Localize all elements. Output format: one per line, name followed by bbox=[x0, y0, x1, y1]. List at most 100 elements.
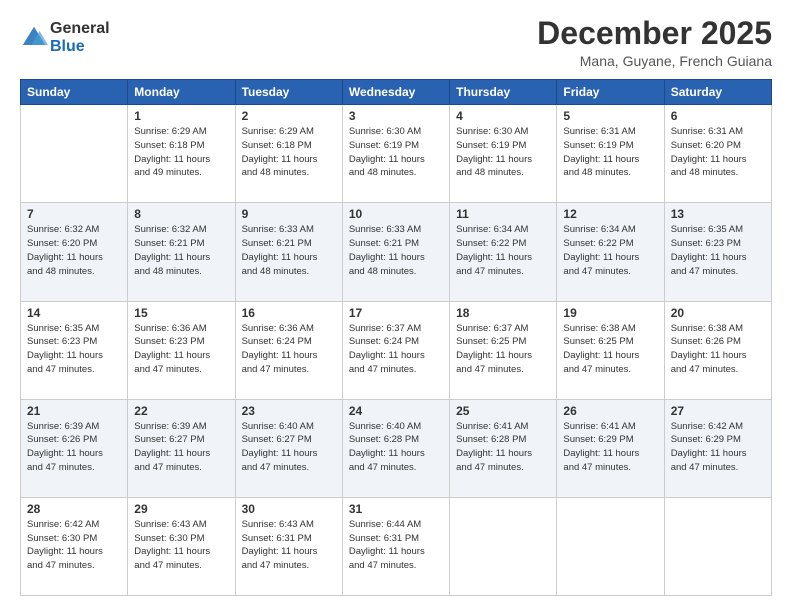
day-info: Sunrise: 6:29 AM Sunset: 6:18 PM Dayligh… bbox=[242, 125, 336, 180]
calendar-week-4: 21Sunrise: 6:39 AM Sunset: 6:26 PM Dayli… bbox=[21, 399, 772, 497]
table-row: 18Sunrise: 6:37 AM Sunset: 6:25 PM Dayli… bbox=[450, 301, 557, 399]
day-info: Sunrise: 6:33 AM Sunset: 6:21 PM Dayligh… bbox=[349, 223, 443, 278]
table-row: 25 Sunrise: 6:41 AM Sunset: 6:28 PM Dayli… bbox=[450, 399, 557, 497]
table-row bbox=[21, 105, 128, 203]
day-info: Sunrise: 6:32 AM Sunset: 6:20 PM Dayligh… bbox=[27, 223, 121, 278]
calendar-body: 1 Sunrise: 6:29 AM Sunset: 6:18 PM Daylig… bbox=[21, 105, 772, 596]
day-number: 21 bbox=[27, 404, 121, 418]
table-row: 6 Sunrise: 6:31 AM Sunset: 6:20 PM Daylig… bbox=[664, 105, 771, 203]
day-number: 22 bbox=[134, 404, 228, 418]
table-row: 4 Sunrise: 6:30 AM Sunset: 6:19 PM Daylig… bbox=[450, 105, 557, 203]
day-number: 6 bbox=[671, 109, 765, 123]
table-row: 22 Sunrise: 6:39 AM Sunset: 6:27 PM Dayli… bbox=[128, 399, 235, 497]
day-number: 17 bbox=[349, 306, 443, 320]
logo-icon bbox=[20, 24, 48, 52]
day-number: 4 bbox=[456, 109, 550, 123]
col-wednesday: Wednesday bbox=[342, 80, 449, 105]
day-info: Sunrise: 6:38 AM Sunset: 6:25 PM Dayligh… bbox=[563, 322, 657, 377]
col-thursday: Thursday bbox=[450, 80, 557, 105]
table-row: 11Sunrise: 6:34 AM Sunset: 6:22 PM Dayli… bbox=[450, 203, 557, 301]
day-info: Sunrise: 6:41 AM Sunset: 6:28 PM Dayligh… bbox=[456, 420, 550, 475]
table-row: 15 Sunrise: 6:36 AM Sunset: 6:23 PM Dayli… bbox=[128, 301, 235, 399]
table-row: 21Sunrise: 6:39 AM Sunset: 6:26 PM Dayli… bbox=[21, 399, 128, 497]
day-info: Sunrise: 6:40 AM Sunset: 6:28 PM Dayligh… bbox=[349, 420, 443, 475]
day-info: Sunrise: 6:37 AM Sunset: 6:24 PM Dayligh… bbox=[349, 322, 443, 377]
day-number: 18 bbox=[456, 306, 550, 320]
table-row: 27 Sunrise: 6:42 AM Sunset: 6:29 PM Dayli… bbox=[664, 399, 771, 497]
day-number: 25 bbox=[456, 404, 550, 418]
day-number: 8 bbox=[134, 207, 228, 221]
day-info: Sunrise: 6:41 AM Sunset: 6:29 PM Dayligh… bbox=[563, 420, 657, 475]
calendar-week-1: 1 Sunrise: 6:29 AM Sunset: 6:18 PM Daylig… bbox=[21, 105, 772, 203]
calendar-week-2: 7 Sunrise: 6:32 AM Sunset: 6:20 PM Daylig… bbox=[21, 203, 772, 301]
col-friday: Friday bbox=[557, 80, 664, 105]
day-number: 29 bbox=[134, 502, 228, 516]
location-subtitle: Mana, Guyane, French Guiana bbox=[537, 53, 772, 69]
table-row: 16 Sunrise: 6:36 AM Sunset: 6:24 PM Dayli… bbox=[235, 301, 342, 399]
day-info: Sunrise: 6:31 AM Sunset: 6:20 PM Dayligh… bbox=[671, 125, 765, 180]
calendar-week-3: 14 Sunrise: 6:35 AM Sunset: 6:23 PM Dayli… bbox=[21, 301, 772, 399]
day-info: Sunrise: 6:30 AM Sunset: 6:19 PM Dayligh… bbox=[456, 125, 550, 180]
day-info: Sunrise: 6:39 AM Sunset: 6:27 PM Dayligh… bbox=[134, 420, 228, 475]
title-block: December 2025 Mana, Guyane, French Guian… bbox=[537, 16, 772, 69]
day-info: Sunrise: 6:35 AM Sunset: 6:23 PM Dayligh… bbox=[671, 223, 765, 278]
logo-blue: Blue bbox=[50, 38, 85, 55]
table-row: 2 Sunrise: 6:29 AM Sunset: 6:18 PM Daylig… bbox=[235, 105, 342, 203]
table-row: 10Sunrise: 6:33 AM Sunset: 6:21 PM Dayli… bbox=[342, 203, 449, 301]
day-number: 2 bbox=[242, 109, 336, 123]
table-row: 23 Sunrise: 6:40 AM Sunset: 6:27 PM Dayli… bbox=[235, 399, 342, 497]
day-number: 20 bbox=[671, 306, 765, 320]
logo-text: General Blue bbox=[50, 20, 110, 55]
day-number: 11 bbox=[456, 207, 550, 221]
day-number: 15 bbox=[134, 306, 228, 320]
table-row: 28Sunrise: 6:42 AM Sunset: 6:30 PM Dayli… bbox=[21, 497, 128, 595]
logo: General Blue bbox=[20, 20, 110, 55]
day-number: 14 bbox=[27, 306, 121, 320]
day-number: 24 bbox=[349, 404, 443, 418]
table-row bbox=[664, 497, 771, 595]
day-info: Sunrise: 6:42 AM Sunset: 6:29 PM Dayligh… bbox=[671, 420, 765, 475]
day-info: Sunrise: 6:38 AM Sunset: 6:26 PM Dayligh… bbox=[671, 322, 765, 377]
table-row: 30 Sunrise: 6:43 AM Sunset: 6:31 PM Dayli… bbox=[235, 497, 342, 595]
day-info: Sunrise: 6:36 AM Sunset: 6:24 PM Dayligh… bbox=[242, 322, 336, 377]
day-number: 12 bbox=[563, 207, 657, 221]
table-row bbox=[450, 497, 557, 595]
day-number: 23 bbox=[242, 404, 336, 418]
day-info: Sunrise: 6:43 AM Sunset: 6:30 PM Dayligh… bbox=[134, 518, 228, 573]
calendar-table: Sunday Monday Tuesday Wednesday Thursday… bbox=[20, 79, 772, 596]
table-row: 12Sunrise: 6:34 AM Sunset: 6:22 PM Dayli… bbox=[557, 203, 664, 301]
day-number: 7 bbox=[27, 207, 121, 221]
month-title: December 2025 bbox=[537, 16, 772, 51]
table-row: 5Sunrise: 6:31 AM Sunset: 6:19 PM Daylig… bbox=[557, 105, 664, 203]
day-info: Sunrise: 6:43 AM Sunset: 6:31 PM Dayligh… bbox=[242, 518, 336, 573]
table-row: 24 Sunrise: 6:40 AM Sunset: 6:28 PM Dayli… bbox=[342, 399, 449, 497]
table-row: 1 Sunrise: 6:29 AM Sunset: 6:18 PM Daylig… bbox=[128, 105, 235, 203]
day-number: 28 bbox=[27, 502, 121, 516]
day-info: Sunrise: 6:36 AM Sunset: 6:23 PM Dayligh… bbox=[134, 322, 228, 377]
table-row: 3 Sunrise: 6:30 AM Sunset: 6:19 PM Daylig… bbox=[342, 105, 449, 203]
table-row: 14 Sunrise: 6:35 AM Sunset: 6:23 PM Dayli… bbox=[21, 301, 128, 399]
day-number: 31 bbox=[349, 502, 443, 516]
table-row: 17 Sunrise: 6:37 AM Sunset: 6:24 PM Dayli… bbox=[342, 301, 449, 399]
col-saturday: Saturday bbox=[664, 80, 771, 105]
day-number: 19 bbox=[563, 306, 657, 320]
day-info: Sunrise: 6:32 AM Sunset: 6:21 PM Dayligh… bbox=[134, 223, 228, 278]
day-info: Sunrise: 6:29 AM Sunset: 6:18 PM Dayligh… bbox=[134, 125, 228, 180]
calendar-header: Sunday Monday Tuesday Wednesday Thursday… bbox=[21, 80, 772, 105]
day-number: 30 bbox=[242, 502, 336, 516]
day-number: 1 bbox=[134, 109, 228, 123]
day-number: 3 bbox=[349, 109, 443, 123]
day-number: 27 bbox=[671, 404, 765, 418]
day-number: 16 bbox=[242, 306, 336, 320]
col-sunday: Sunday bbox=[21, 80, 128, 105]
table-row: 9Sunrise: 6:33 AM Sunset: 6:21 PM Daylig… bbox=[235, 203, 342, 301]
table-row: 20 Sunrise: 6:38 AM Sunset: 6:26 PM Dayli… bbox=[664, 301, 771, 399]
day-info: Sunrise: 6:35 AM Sunset: 6:23 PM Dayligh… bbox=[27, 322, 121, 377]
day-info: Sunrise: 6:30 AM Sunset: 6:19 PM Dayligh… bbox=[349, 125, 443, 180]
table-row bbox=[557, 497, 664, 595]
day-info: Sunrise: 6:40 AM Sunset: 6:27 PM Dayligh… bbox=[242, 420, 336, 475]
table-row: 13Sunrise: 6:35 AM Sunset: 6:23 PM Dayli… bbox=[664, 203, 771, 301]
page: General Blue December 2025 Mana, Guyane,… bbox=[0, 0, 792, 612]
header: General Blue December 2025 Mana, Guyane,… bbox=[20, 16, 772, 69]
day-info: Sunrise: 6:31 AM Sunset: 6:19 PM Dayligh… bbox=[563, 125, 657, 180]
